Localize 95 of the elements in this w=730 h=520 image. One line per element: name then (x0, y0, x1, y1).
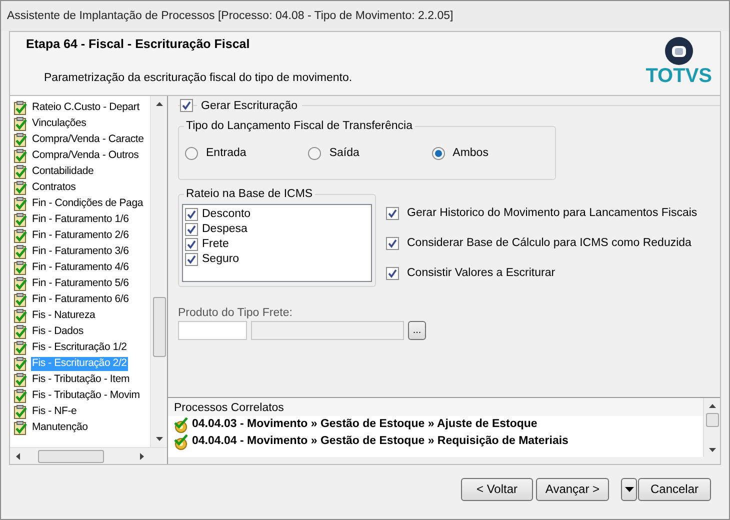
clipboard-check-icon (14, 357, 27, 371)
checkbox[interactable] (185, 238, 198, 251)
clipboard-check-icon (14, 117, 27, 131)
tree-item[interactable]: Vinculações (31, 117, 88, 131)
radio-label: Saída (329, 146, 360, 160)
checkbox-label: Gerar Escrituração (197, 98, 302, 114)
radio-label: Ambos (452, 146, 488, 160)
horizontal-scrollbar[interactable] (10, 447, 167, 464)
clipboard-check-icon (14, 229, 27, 243)
clipboard-check-icon (14, 213, 27, 227)
tree-item[interactable]: Fis - Natureza (31, 309, 96, 323)
field-label: Produto do Tipo Frete: (178, 306, 294, 320)
clipboard-check-icon (14, 293, 27, 307)
clipboard-check-icon (14, 149, 27, 163)
related-process[interactable]: 04.04.04 - Movimento » Gestão de Estoque » Requisição de Materiais (192, 434, 568, 449)
checkbox-label: Frete (202, 237, 229, 252)
tree-item[interactable]: Fin - Faturamento 2/6 (31, 229, 130, 243)
scroll-left-icon[interactable] (15, 452, 21, 460)
scroll-right-icon[interactable] (139, 452, 145, 460)
checkbox[interactable] (386, 237, 399, 250)
checkbox[interactable] (386, 267, 399, 280)
wizard-button[interactable]: Avançar > (536, 478, 609, 501)
checkbox-label: Seguro (202, 252, 240, 267)
clipboard-check-icon (14, 133, 27, 147)
checkbox[interactable] (185, 223, 198, 236)
clipboard-check-icon (14, 325, 27, 339)
checkbox[interactable] (185, 208, 198, 221)
scroll-up-icon[interactable] (154, 101, 164, 107)
checkbox-label: Considerar Base de Cálculo para ICMS como Reduzida (407, 236, 692, 251)
tree-item[interactable]: Fin - Condições de Paga (31, 197, 144, 211)
radio-button[interactable] (432, 146, 445, 160)
tree-item[interactable]: Contratos (31, 181, 77, 195)
tree-item[interactable]: Fis - Dados (31, 325, 84, 339)
vertical-scrollbar[interactable] (703, 398, 720, 457)
scroll-thumb[interactable] (706, 413, 718, 427)
tree-item[interactable]: Fin - Faturamento 6/6 (31, 293, 130, 307)
tree-item[interactable]: Fin - Faturamento 3/6 (31, 245, 130, 259)
clipboard-check-icon (14, 261, 27, 275)
step-description: Parametrização da escrituração fiscal do tipo de movimento. (44, 70, 352, 85)
clipboard-check-icon (14, 197, 27, 211)
clipboard-check-icon (14, 405, 27, 419)
tree-item[interactable]: Fis - NF-e (31, 405, 78, 419)
list-header: Processos Correlatos (168, 398, 703, 416)
checkbox[interactable] (185, 253, 198, 266)
checkbox-label: Consistir Valores a Escriturar (407, 266, 556, 281)
logo-text: TOTVS (646, 66, 712, 86)
dropdown-button[interactable] (621, 478, 637, 501)
tree-item[interactable]: Contabilidade (31, 165, 95, 179)
logo-icon (664, 36, 694, 66)
scroll-down-icon[interactable] (154, 436, 164, 442)
tree-item[interactable]: Fin - Faturamento 5/6 (31, 277, 130, 291)
tree-item[interactable]: Fis - Tributação - Movim (31, 389, 141, 403)
window-title: Assistente de Implantação de Processos [Processo: 04.08 - Tipo de Movimento: 2.2.05] (7, 10, 454, 22)
scroll-down-icon[interactable] (708, 447, 716, 453)
radio-button[interactable] (185, 146, 198, 160)
clipboard-check-icon (14, 181, 27, 195)
clipboard-check-icon (14, 245, 27, 259)
checkbox-label: Despesa (202, 222, 248, 237)
checkbox-label: Desconto (202, 207, 251, 222)
tree-item[interactable]: Manutenção (31, 421, 89, 435)
clipboard-check-icon (14, 389, 27, 403)
tree-item[interactable]: Fin - Faturamento 1/6 (31, 213, 130, 227)
clipboard-check-icon (14, 373, 27, 387)
clipboard-check-icon (14, 101, 27, 115)
description-field[interactable] (251, 321, 404, 340)
tree-item[interactable]: Fin - Faturamento 4/6 (31, 261, 130, 275)
clipboard-check-icon (14, 277, 27, 291)
code-field[interactable] (178, 321, 247, 340)
scroll-thumb[interactable] (38, 450, 104, 462)
tree-item[interactable]: Compra/Venda - Outros (31, 149, 140, 163)
checkbox[interactable] (180, 99, 193, 112)
related-process[interactable]: 04.04.03 - Movimento » Gestão de Estoque » Ajuste de Estoque (192, 417, 538, 432)
tree-item[interactable]: Fis - Tributação - Item (31, 373, 131, 387)
gear-check-icon (173, 434, 190, 450)
step-title: Etapa 64 - Fiscal - Escrituração Fiscal (26, 37, 251, 53)
gear-check-icon (173, 416, 190, 432)
scroll-up-icon[interactable] (708, 403, 716, 409)
tree-item[interactable]: Fis - Escrituração 1/2 (31, 341, 128, 355)
browse-button[interactable]: ... (408, 321, 426, 340)
radio-button[interactable] (308, 146, 322, 160)
checkbox[interactable] (386, 207, 399, 220)
scroll-thumb[interactable] (152, 297, 166, 357)
tree-item[interactable]: Compra/Venda - Caracte (31, 133, 145, 147)
radio-label: Entrada (206, 146, 246, 160)
wizard-button[interactable]: Cancelar (638, 478, 711, 501)
clipboard-check-icon (14, 309, 27, 323)
tree-item[interactable]: Rateio C.Custo - Depart (31, 101, 140, 115)
wizard-button[interactable]: < Voltar (461, 478, 533, 501)
vertical-scrollbar[interactable] (150, 96, 167, 447)
clipboard-check-icon (14, 421, 27, 435)
clipboard-check-icon (14, 165, 27, 179)
checkbox-label: Gerar Historico do Movimento para Lancamentos Fiscais (407, 206, 698, 221)
group-title: Tipo do Lançamento Fiscal de Transferência (184, 119, 415, 134)
caret-icon (624, 486, 634, 493)
clipboard-check-icon (14, 341, 27, 355)
